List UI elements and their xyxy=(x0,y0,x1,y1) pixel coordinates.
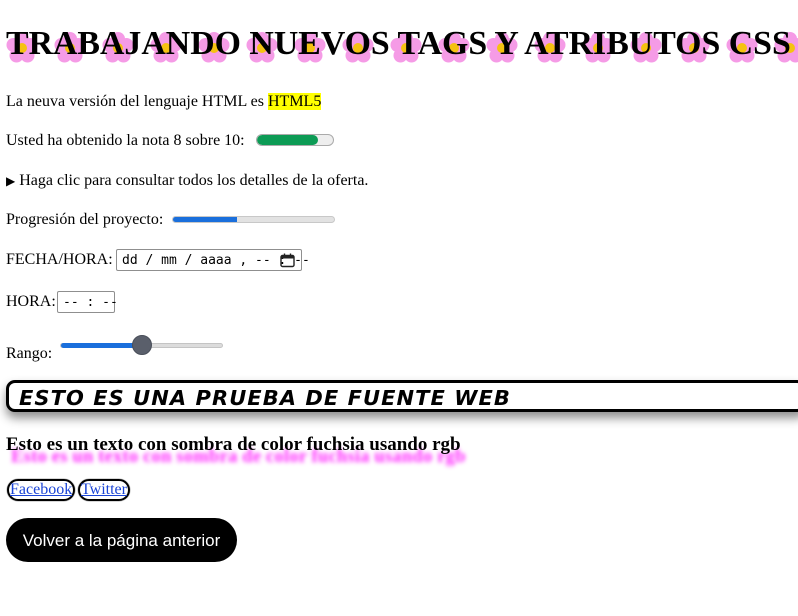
datetime-input[interactable]: dd / mm / aaaa , -- : -- xyxy=(116,249,310,271)
time-input[interactable]: -- : -- xyxy=(57,291,118,313)
range-slider-thumb[interactable] xyxy=(131,335,152,355)
grade-label: Usted ha obtenido la nota 8 sobre 10: xyxy=(6,132,245,149)
range-label: Rango: xyxy=(6,345,53,362)
shadow-text: Esto es un texto con sombra de color fuc… xyxy=(6,434,461,455)
html5-highlight: HTML5 xyxy=(267,93,322,110)
time-label: HORA: xyxy=(6,293,56,310)
html-version-text: La neuva versión del lenguaje HTML es xyxy=(6,93,264,110)
grade-meter xyxy=(256,134,334,146)
webfont-text: ESTO ES UNA PRUEBA DE FUENTE WEB xyxy=(19,386,511,410)
grade-meter-fill xyxy=(257,135,318,145)
webfont-box: ESTO ES UNA PRUEBA DE FUENTE WEB xyxy=(6,380,798,412)
html-version-line: La neuva versión del lenguaje HTML es HT… xyxy=(6,92,322,112)
datetime-label: FECHA/HORA: xyxy=(6,251,113,268)
facebook-link[interactable]: Facebook xyxy=(7,479,76,501)
progress-label: Progresión del proyecto: xyxy=(6,211,164,228)
twitter-link[interactable]: Twitter xyxy=(78,479,130,501)
page-title: TRABAJANDO NUEVOS TAGS Y ATRIBUTOS CSS xyxy=(6,25,791,62)
disclosure-triangle-icon: ▶ xyxy=(6,174,16,188)
range-slider-fill xyxy=(61,343,142,348)
time-placeholder: -- : -- xyxy=(63,294,118,310)
calendar-icon[interactable] xyxy=(280,253,295,268)
back-button[interactable]: Volver a la página anterior xyxy=(6,518,237,562)
project-progress-bar xyxy=(172,216,335,223)
details-summary-text: Haga clic para consultar todos los detal… xyxy=(19,172,369,189)
details-summary[interactable]: ▶ Haga clic para consultar todos los det… xyxy=(6,171,368,191)
project-progress-fill xyxy=(173,217,238,222)
